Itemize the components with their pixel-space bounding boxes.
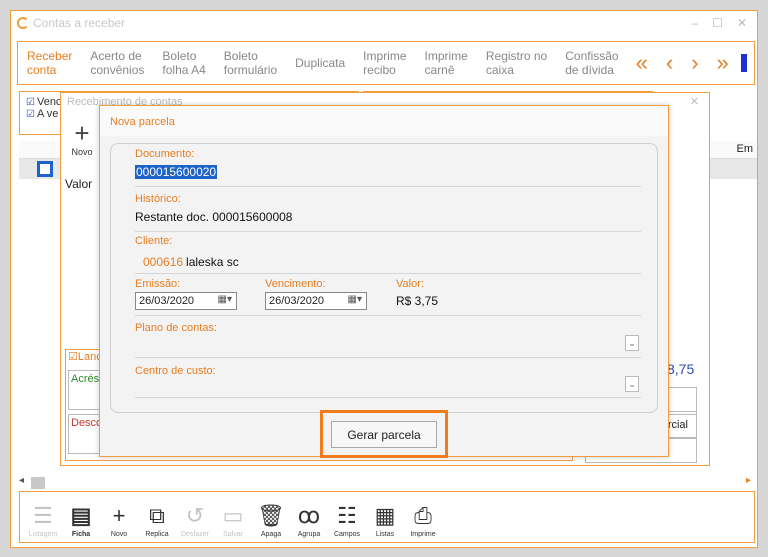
documento-value: 000015600020 — [135, 165, 218, 179]
title-bar: Contas a receber – ☐ ✕ — [11, 11, 757, 35]
desfazer-button[interactable]: ↺ Desfazer — [176, 503, 214, 538]
window-title: Contas a receber — [33, 16, 126, 30]
menu-duplicata[interactable]: Duplicata — [286, 56, 354, 70]
separator — [135, 231, 641, 232]
minimize-icon[interactable]: – — [691, 16, 698, 30]
checkbox-icon[interactable]: ☑ — [26, 109, 35, 120]
lancamentos-checkbox[interactable]: ☑Lanc — [68, 350, 102, 363]
menu-confissao-divida[interactable]: Confissão de dívida — [556, 49, 627, 77]
plano-contas-dropdown-icon[interactable]: ⌄ — [625, 335, 639, 351]
listagem-button[interactable]: ☰ Listagem — [24, 503, 62, 538]
menu-registro-caixa[interactable]: Registro no caixa — [477, 49, 556, 77]
separator — [135, 186, 641, 187]
form-panel: Documento: 000015600020 Histórico: Resta… — [110, 143, 658, 413]
valor-column-label: Valor — [65, 177, 93, 191]
valor-label: Valor: — [396, 278, 424, 290]
trash-icon: 🗑 — [257, 503, 285, 528]
menu-imprime-recibo[interactable]: Imprime recibo — [354, 49, 415, 77]
novo-button[interactable]: + Novo — [100, 503, 138, 538]
recebimento-novo-button[interactable]: + Novo — [65, 119, 99, 165]
menu-receber-conta[interactable]: Receber conta — [18, 49, 81, 77]
next-record-icon[interactable]: › — [691, 50, 698, 76]
cliente-label: Cliente: — [135, 235, 173, 247]
last-record-icon[interactable]: » — [717, 50, 729, 76]
dialog-title: Nova parcela — [100, 106, 668, 136]
bottom-toolbar: ☰ Listagem ▤ Ficha + Novo ⧉ Replica ↺ Desfaze… — [19, 491, 755, 543]
listas-button[interactable]: ▦ Listas — [366, 503, 404, 538]
checkbox-icon[interactable]: ☑ — [26, 97, 35, 108]
plano-contas-label: Plano de contas: — [135, 322, 217, 334]
centro-custo-dropdown-icon[interactable]: ⌄ — [625, 376, 639, 392]
imprime-button[interactable]: ⎙ Imprime — [404, 503, 442, 538]
apaga-button[interactable]: 🗑 Apaga — [252, 503, 290, 538]
app-icon — [17, 17, 29, 29]
total-value: 8,75 — [667, 361, 695, 377]
historico-label: Histórico: — [135, 193, 181, 205]
replica-button[interactable]: ⧉ Replica — [138, 503, 176, 538]
menu-boleto-folha[interactable]: Boleto folha A4 — [153, 49, 214, 77]
separator — [135, 397, 641, 398]
first-record-icon[interactable]: « — [636, 50, 648, 76]
row-selector[interactable] — [37, 161, 53, 177]
scroll-right-icon[interactable]: ▸ — [746, 475, 751, 486]
separator — [135, 315, 641, 316]
vencimento-date-picker[interactable]: 26/03/2020 ▦▾ — [265, 292, 367, 310]
action-menu: Receber conta Acerto de convênios Boleto fo… — [17, 41, 755, 85]
copy-icon: ⧉ — [149, 503, 165, 528]
documento-label: Documento: — [135, 148, 195, 160]
horizontal-scrollbar[interactable]: ◂ ▸ — [17, 475, 753, 489]
cliente-code[interactable]: 000616 — [143, 255, 183, 269]
cliente-field[interactable]: 000616 laleska sc — [143, 255, 239, 269]
historico-field[interactable]: Restante doc. 000015600008 — [135, 210, 292, 224]
plus-icon: + — [74, 118, 90, 148]
filter-vencidas: Venc — [36, 96, 62, 108]
group-icon: ꝏ — [297, 503, 321, 528]
menu-boleto-formulario[interactable]: Boleto formulário — [215, 49, 286, 77]
documento-field[interactable]: 000015600020 — [135, 165, 218, 179]
gerar-parcela-highlight: Gerar parcela — [320, 410, 448, 458]
document-icon: ▤ — [70, 503, 92, 528]
emissao-date-picker[interactable]: 26/03/2020 ▦▾ — [135, 292, 237, 310]
calendar-dropdown-icon[interactable]: ▦▾ — [348, 294, 362, 305]
save-icon: ▭ — [222, 503, 244, 528]
maximize-icon[interactable]: ☐ — [712, 16, 723, 30]
centro-custo-label: Centro de custo: — [135, 365, 216, 377]
plus-icon: + — [112, 503, 126, 528]
valor-field[interactable]: R$ 3,75 — [396, 294, 438, 308]
nova-parcela-dialog: Nova parcela Documento: 000015600020 His… — [99, 105, 669, 458]
nav-end-marker — [740, 54, 747, 72]
menu-imprime-carne[interactable]: Imprime carnê — [416, 49, 477, 77]
gerar-parcela-button[interactable]: Gerar parcela — [331, 421, 437, 448]
scroll-thumb[interactable] — [31, 477, 45, 489]
list-icon: ☰ — [33, 503, 53, 528]
undo-icon: ↺ — [185, 503, 205, 528]
ficha-button[interactable]: ▤ Ficha — [62, 503, 100, 538]
separator — [135, 357, 641, 358]
filter-a-vencer: A ve — [36, 108, 59, 120]
campos-button[interactable]: ☷ Campos — [328, 503, 366, 538]
close-icon[interactable]: ✕ — [690, 95, 699, 108]
salvar-button[interactable]: ▭ Salvar — [214, 503, 252, 538]
scroll-left-icon[interactable]: ◂ — [19, 475, 24, 486]
printer-icon: ⎙ — [414, 503, 432, 528]
calendar-dropdown-icon[interactable]: ▦▾ — [218, 294, 232, 305]
cliente-name: laleska sc — [186, 255, 239, 269]
vencimento-label: Vencimento: — [265, 278, 326, 290]
agrupa-button[interactable]: ꝏ Agrupa — [290, 503, 328, 538]
menu-acerto-convenios[interactable]: Acerto de convênios — [81, 49, 153, 77]
emissao-label: Emissão: — [135, 278, 181, 290]
separator — [135, 273, 641, 274]
checklist-icon: ☷ — [337, 503, 357, 528]
grid-column-header: Em — [736, 143, 754, 155]
list-doc-icon: ▦ — [374, 503, 396, 528]
close-icon[interactable]: ✕ — [737, 16, 747, 30]
prev-record-icon[interactable]: ‹ — [666, 50, 673, 76]
